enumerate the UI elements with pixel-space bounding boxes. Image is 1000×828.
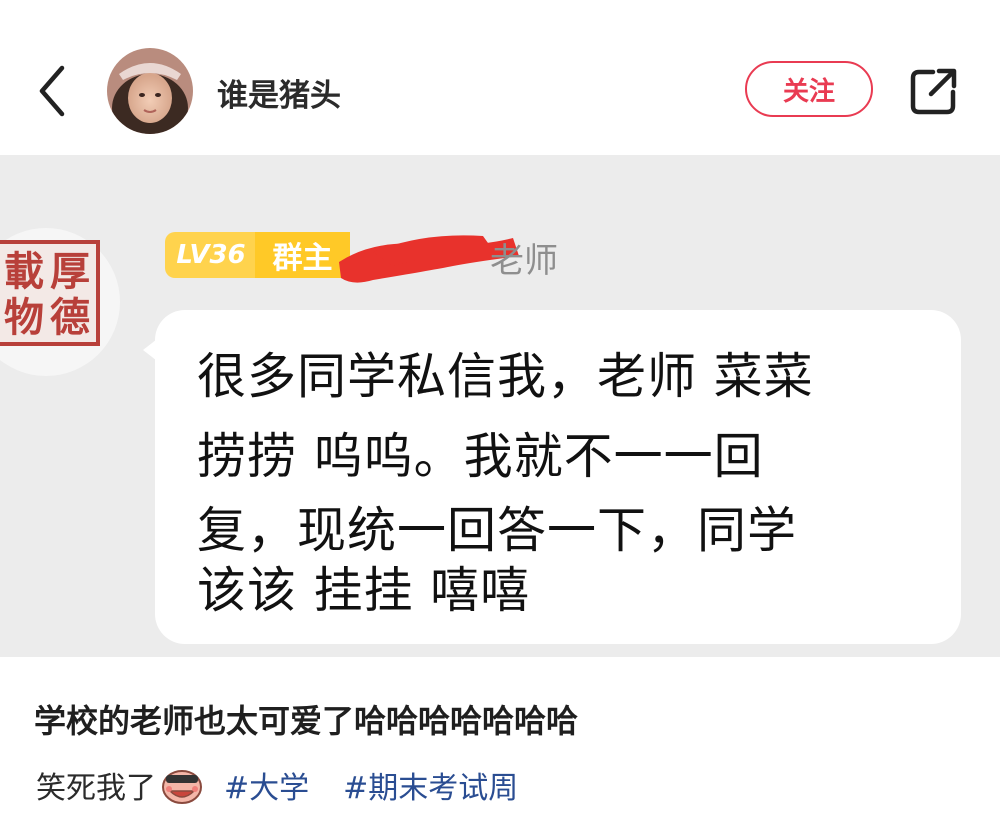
post-title: 学校的老师也太可爱了哈哈哈哈哈哈哈 [34,702,579,740]
hashtag-link[interactable]: #大学 [224,763,309,807]
hashtag-link[interactable]: #期末考试周 [343,763,518,807]
message-line: 捞捞 呜呜。我就不一一回 [197,428,764,485]
avatar-image [107,48,193,134]
seal-char: 載 [4,248,44,295]
seal-char: 厚 [50,248,90,295]
post-header: 谁是猪头 关注 [0,0,1000,155]
message-bubble: 很多同学私信我，老师 菜菜 捞捞 呜呜。我就不一一回 复，现统一回答一下，同学 … [155,310,961,644]
message-line: 该该 挂挂 嘻嘻 [197,562,531,619]
avatar[interactable] [107,48,193,134]
chevron-left-icon [39,65,65,117]
share-button[interactable] [907,64,961,118]
level-badge: LV36 [165,232,257,278]
share-external-icon [910,68,957,115]
message-line: 很多同学私信我，老师 菜菜 [197,348,814,405]
post-body: 笑死我了 #大学 #期末考试周 [36,763,518,807]
sender-name: 老师 [490,241,558,281]
seal-char: 物 [4,294,44,341]
seal-stamp-icon: 厚 德 載 物 [0,240,100,346]
seal-char: 德 [50,294,90,341]
username[interactable]: 谁是猪头 [217,70,341,115]
laughing-face-emoji-icon [160,765,204,805]
back-button[interactable] [28,62,78,120]
post-body-text: 笑死我了 [36,771,156,806]
message-line: 复，现统一回答一下，同学 [197,502,798,559]
follow-button[interactable]: 关注 [745,61,873,117]
